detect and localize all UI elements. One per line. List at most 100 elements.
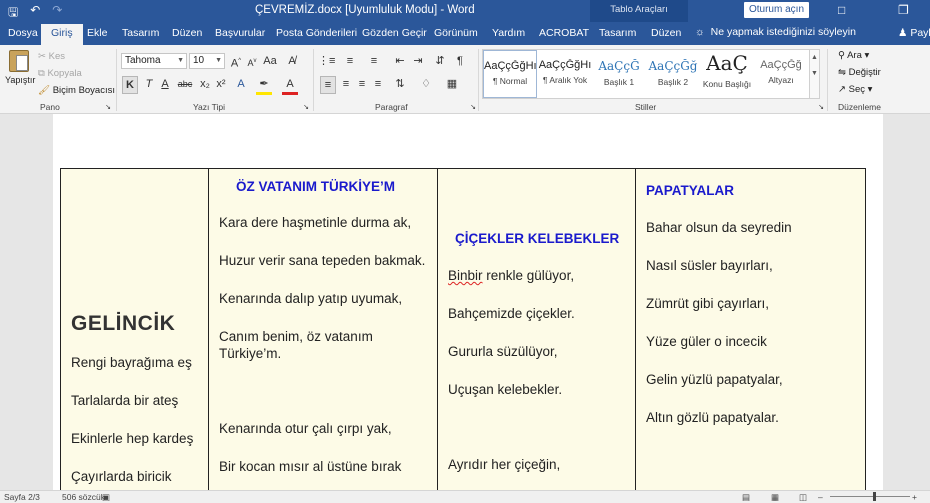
- copy-button[interactable]: ⧉ Kopyala: [38, 68, 82, 79]
- shrink-font-button[interactable]: Av: [244, 53, 260, 71]
- zoom-in-icon[interactable]: +: [912, 492, 917, 502]
- shading-icon[interactable]: ♢: [418, 76, 434, 92]
- style-heading-2[interactable]: AaÇçĞğ Başlık 2: [646, 50, 700, 98]
- save-icon[interactable]: 🖫: [8, 3, 18, 24]
- paste-button[interactable]: Yapıştır: [5, 50, 35, 85]
- style-heading-1[interactable]: AaÇçĞ Başlık 1: [592, 50, 646, 98]
- chevron-up-icon: ▲: [811, 54, 818, 61]
- zoom-out-icon[interactable]: –: [818, 492, 823, 502]
- poem-line: Tarlalarda bir ateş: [71, 393, 179, 408]
- bold-button[interactable]: K: [122, 76, 138, 94]
- italic-button[interactable]: T: [141, 76, 157, 92]
- replace-button[interactable]: ⇋ Değiştir: [838, 67, 881, 78]
- redo-icon[interactable]: ↷: [52, 3, 62, 24]
- tab-view[interactable]: Görünüm: [434, 27, 478, 39]
- print-layout-icon[interactable]: ▦: [771, 492, 779, 503]
- highlight-icon[interactable]: ✒: [256, 76, 272, 95]
- poem-line: Kenarında otur çalı çırpı yak,: [219, 421, 392, 436]
- sign-in-button[interactable]: Oturum açın: [744, 2, 809, 18]
- decrease-indent-icon[interactable]: ⇤: [392, 53, 408, 69]
- style-no-spacing[interactable]: AaÇçĞğHı ¶ Aralık Yok: [538, 50, 592, 98]
- document-page[interactable]: GELİNCİK Rengi bayrağıma eş Tarlalarda b…: [53, 114, 883, 499]
- justify-icon[interactable]: ≡: [370, 76, 386, 92]
- line-spacing-icon[interactable]: ⇅: [392, 76, 408, 92]
- poem-line: Uçuşan kelebekler.: [448, 382, 563, 397]
- tab-insert[interactable]: Ekle: [87, 27, 107, 39]
- scissors-icon: ✂: [38, 51, 46, 62]
- tab-references[interactable]: Başvurular: [215, 27, 265, 39]
- poem-line: Huzur verir sana tepeden bakmak.: [219, 253, 426, 268]
- table-cell-gelincik[interactable]: GELİNCİK Rengi bayrağıma eş Tarlalarda b…: [60, 168, 209, 499]
- align-right-icon[interactable]: ≡: [354, 76, 370, 92]
- read-mode-icon[interactable]: ▤: [742, 492, 750, 503]
- tab-design[interactable]: Tasarım: [122, 27, 159, 39]
- zoom-slider-thumb[interactable]: [873, 492, 876, 501]
- font-name-combobox[interactable]: Tahoma ▼: [121, 53, 187, 69]
- tab-acrobat[interactable]: ACROBAT: [539, 27, 589, 39]
- page-indicator[interactable]: Sayfa 2/3: [4, 492, 40, 502]
- ribbon-home: Yapıştır ✂ Kes ⧉ Kopyala 🖌 Biçim Boyacıs…: [0, 45, 930, 114]
- style-name: ¶ Aralık Yok: [542, 75, 588, 85]
- table-cell-papatyalar[interactable]: PAPATYALAR Bahar olsun da seyredin Nasıl…: [635, 168, 866, 499]
- chevron-down-icon: ▼: [215, 57, 222, 64]
- zoom-slider[interactable]: [830, 496, 910, 497]
- style-subtitle[interactable]: AaÇçĞğ Altyazı: [754, 50, 808, 98]
- tab-help[interactable]: Yardım: [492, 27, 525, 39]
- search-icon: ⚲: [838, 50, 845, 61]
- multilevel-list-icon[interactable]: ≡: [366, 53, 382, 69]
- superscript-button[interactable]: x²: [213, 76, 229, 92]
- poem-line: Canım benim, öz vatanım Türkiye’m.: [219, 329, 373, 361]
- numbering-icon[interactable]: ≡: [342, 53, 358, 69]
- styles-scroll[interactable]: ▲ ▼: [809, 49, 820, 99]
- tab-table-design[interactable]: Tasarım: [599, 27, 636, 39]
- tab-mailings[interactable]: Posta Gönderileri: [276, 27, 357, 39]
- cut-button[interactable]: ✂ Kes: [38, 51, 65, 62]
- document-area[interactable]: GELİNCİK Rengi bayrağıma eş Tarlalarda b…: [0, 114, 930, 499]
- show-formatting-button[interactable]: ¶: [452, 53, 468, 69]
- find-button[interactable]: ⚲ Ara ▾: [838, 50, 869, 61]
- text-effects-icon[interactable]: A: [233, 76, 249, 92]
- tab-file[interactable]: Dosya: [8, 27, 38, 39]
- align-left-icon[interactable]: ≡: [320, 76, 336, 94]
- format-painter-label: Biçim Boyacısı: [52, 85, 115, 96]
- style-title[interactable]: AaÇ Konu Başlığı: [700, 50, 754, 98]
- increase-indent-icon[interactable]: ⇥: [410, 53, 426, 69]
- bullets-icon[interactable]: ⋮≡: [318, 53, 335, 69]
- select-button[interactable]: ↗ Seç ▾: [838, 84, 872, 95]
- proofing-icon[interactable]: ▣: [102, 492, 110, 503]
- grow-font-button[interactable]: A^: [228, 53, 244, 72]
- poem-table[interactable]: GELİNCİK Rengi bayrağıma eş Tarlalarda b…: [60, 168, 866, 499]
- undo-icon[interactable]: ↶: [30, 3, 40, 24]
- clear-formatting-icon[interactable]: A̸: [284, 53, 300, 69]
- subscript-button[interactable]: x₂: [197, 76, 213, 92]
- poem-title-oz-vatanim: ÖZ VATANIM TÜRKİYE’M: [236, 179, 395, 194]
- sort-icon[interactable]: ⇵: [432, 53, 448, 69]
- font-size-combobox[interactable]: 10 ▼: [189, 53, 225, 69]
- tab-review[interactable]: Gözden Geçir: [362, 27, 427, 39]
- tell-me-search[interactable]: ☼ Ne yapmak istediğinizi söyleyin: [695, 26, 856, 38]
- tab-table-layout[interactable]: Düzen: [651, 27, 681, 39]
- word-count[interactable]: 506 sözcük: [62, 492, 105, 502]
- tab-home[interactable]: Giriş: [41, 24, 83, 45]
- font-color-icon[interactable]: A: [282, 76, 298, 95]
- align-center-icon[interactable]: ≡: [338, 76, 354, 92]
- restore-icon[interactable]: ❐: [898, 3, 909, 17]
- table-cell-oz-vatanim[interactable]: ÖZ VATANIM TÜRKİYE’M Kara dere haşmetinl…: [208, 168, 438, 499]
- cut-label: Kes: [48, 51, 65, 62]
- tab-layout[interactable]: Düzen: [172, 27, 202, 39]
- document-title: ÇEVREMİZ.docx [Uyumluluk Modu] - Word: [255, 4, 475, 16]
- share-button[interactable]: ♟ Payl: [898, 27, 930, 39]
- poem-line: Ekinlerle hep kardeş: [71, 431, 194, 446]
- table-cell-cicekler[interactable]: ÇİÇEKLER KELEBEKLER Binbir renkle gülüyo…: [437, 168, 636, 499]
- underline-button[interactable]: A: [157, 76, 173, 92]
- style-normal[interactable]: AaÇçĞğHı ¶ Normal: [483, 50, 537, 98]
- strikethrough-button[interactable]: abc: [177, 76, 193, 92]
- ribbon-display-icon[interactable]: □: [838, 3, 845, 17]
- font-name-value: Tahoma: [125, 55, 161, 66]
- share-label: Payl: [910, 27, 930, 39]
- format-painter-button[interactable]: 🖌 Biçim Boyacısı: [38, 85, 115, 96]
- change-case-button[interactable]: Aa: [262, 53, 278, 69]
- web-layout-icon[interactable]: ◫: [799, 492, 807, 503]
- title-bar: 🖫 ↶ ↷ ÇEVREMİZ.docx [Uyumluluk Modu] - W…: [0, 0, 930, 22]
- borders-icon[interactable]: ▦: [444, 76, 460, 92]
